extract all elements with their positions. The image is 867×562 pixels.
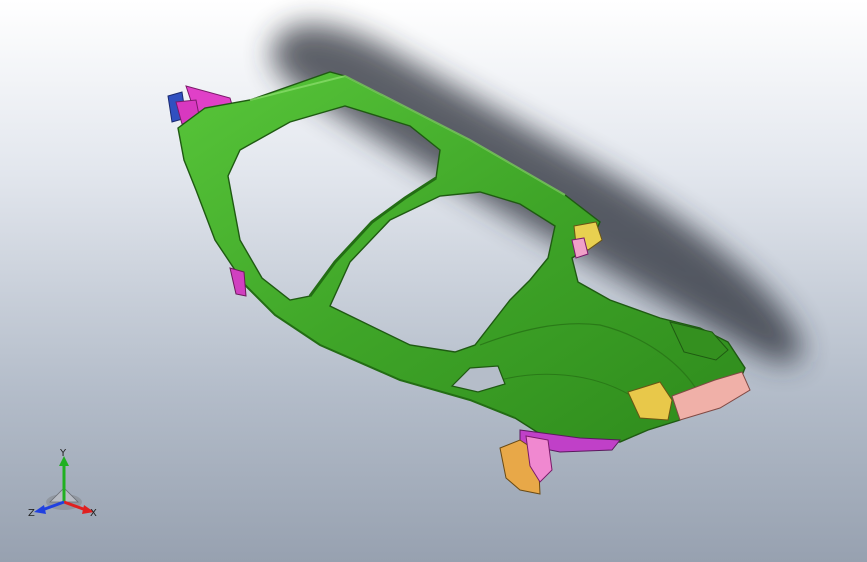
triad-x-label: X — [90, 508, 97, 519]
3d-viewport[interactable]: Y X Z — [0, 0, 867, 562]
view-orientation-triad[interactable]: Y X Z — [24, 444, 104, 524]
triad-z-label: Z — [28, 508, 35, 519]
triad-z-arrow — [34, 505, 46, 514]
model-scene[interactable] — [0, 0, 867, 562]
magenta-sill-clip — [229, 267, 247, 297]
triad-y-label: Y — [59, 448, 67, 459]
